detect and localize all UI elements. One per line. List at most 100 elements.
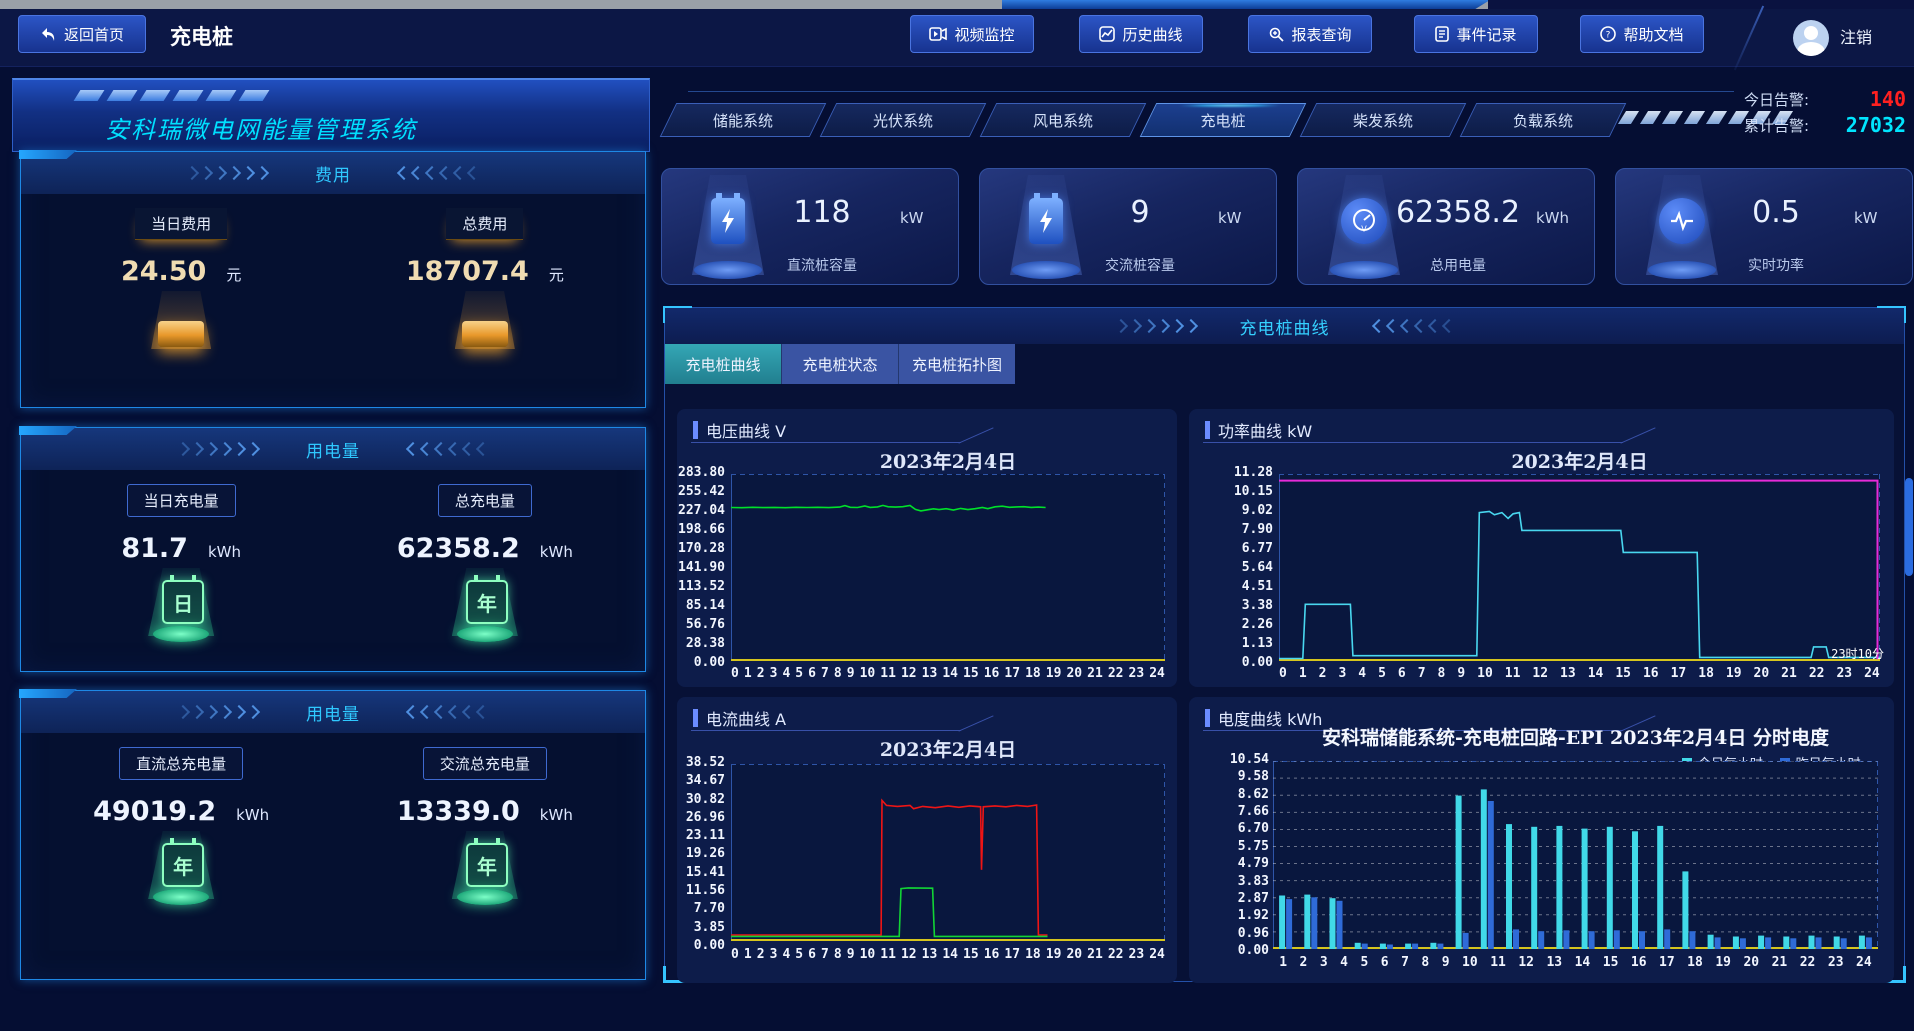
cost-panel: 费用 当日费用 24.50元 总费用 18707.4元 (20, 151, 646, 408)
x-tick-label: 15 (1603, 955, 1619, 970)
daily-cost-value: 24.50 (121, 256, 206, 287)
event-record-label: 事件记录 (1456, 24, 1516, 45)
tab-wind-system[interactable]: 风电系统 (988, 103, 1138, 137)
x-tick-label: 6 (808, 947, 816, 962)
x-tick-label: 9 (1457, 666, 1465, 681)
current-chart-unit: A (775, 710, 786, 729)
x-tick-label: 11 (1490, 955, 1506, 970)
x-tick-label: 17 (1671, 666, 1687, 681)
x-tick-label: 18 (1698, 666, 1714, 681)
x-tick-label: 4 (782, 666, 790, 681)
cost-panel-title: 费用 (315, 161, 351, 186)
tab-charging-pile[interactable]: 充电桩 (1148, 103, 1298, 137)
event-record-button[interactable]: 事件记录 (1414, 15, 1538, 53)
total-charge-stat: 总充电量 62358.2kWh 年 (341, 484, 628, 652)
x-tick-label: 3 (1338, 666, 1346, 681)
ac-pile-capacity-card: 9 kW 交流桩容量 (979, 168, 1277, 285)
x-tick-label: 19 (1726, 666, 1742, 681)
ac-total-charge-value: 13339.0 (397, 796, 520, 827)
ac-total-charge-stat: 交流总充电量 13339.0kWh 年 (341, 747, 628, 915)
tab-diesel-system[interactable]: 柴发系统 (1308, 103, 1458, 137)
brand-title: 安科瑞微电网能量管理系统 (105, 110, 417, 145)
help-docs-button[interactable]: ? 帮助文档 (1580, 15, 1704, 53)
x-tick-label: 11 (1505, 666, 1521, 681)
x-tick-label: 20 (1066, 947, 1082, 962)
report-query-button[interactable]: 报表查询 (1248, 15, 1372, 53)
tab-storage-system[interactable]: 储能系统 (668, 103, 818, 137)
power-x-axis: 0123456789101112131415161718192021222324 (1279, 666, 1880, 681)
x-tick-label: 12 (901, 666, 917, 681)
y-tick-label: 283.80 (677, 465, 725, 480)
curve-panel-header: 充电桩曲线 (665, 308, 1904, 344)
ac-total-charge-label: 交流总充电量 (423, 747, 547, 780)
x-tick-label: 22 (1108, 666, 1124, 681)
x-tick-label: 10 (1462, 955, 1478, 970)
x-tick-label: 19 (1046, 947, 1062, 962)
x-tick-label: 23 (1129, 666, 1145, 681)
x-tick-label: 22 (1800, 955, 1816, 970)
curve-panel-title: 充电桩曲线 (1240, 314, 1330, 339)
tab-load-system[interactable]: 负载系统 (1468, 103, 1618, 137)
total-cost-label: 总费用 (446, 208, 523, 240)
power-chart-date: 2023年2月4日 (1279, 447, 1880, 474)
y-tick-label: 170.28 (677, 541, 725, 556)
subtab-pile-curve[interactable]: 充电桩曲线 (665, 344, 781, 384)
voltage-chart-title: 电压曲线 (706, 422, 770, 441)
y-tick-label: 15.41 (677, 865, 725, 880)
subtab-pile-topology[interactable]: 充电桩拓扑图 (898, 344, 1015, 384)
total-charge-unit: kWh (540, 543, 573, 561)
power-chart-title: 功率曲线 (1218, 422, 1282, 441)
x-tick-label: 23 (1828, 955, 1844, 970)
y-tick-label: 0.96 (1219, 926, 1269, 941)
scrollbar-thumb[interactable] (1905, 478, 1913, 576)
tab-bar-outline (688, 91, 1734, 92)
x-tick-label: 4 (1358, 666, 1366, 681)
x-tick-label: 24 (1149, 947, 1165, 962)
realtime-power-caption: 实时功率 (1696, 255, 1856, 275)
video-monitor-button[interactable]: 视频监控 (910, 15, 1034, 53)
y-tick-label: 0.00 (677, 938, 725, 953)
window-top-strip-accent (1002, 0, 1490, 9)
x-tick-label: 14 (942, 947, 958, 962)
dc-total-charge-stat: 直流总充电量 49019.2kWh 年 (38, 747, 325, 915)
dc-total-charge-unit: kWh (236, 806, 269, 824)
x-tick-label: 1 (744, 947, 752, 962)
history-curve-button[interactable]: 历史曲线 (1079, 15, 1203, 53)
daily-charge-unit: kWh (208, 543, 241, 561)
x-tick-label: 3 (770, 666, 778, 681)
x-tick-label: 22 (1108, 947, 1124, 962)
dc-total-charge-value: 49019.2 (93, 796, 216, 827)
gold-box-icon (136, 291, 226, 375)
x-tick-label: 11 (880, 666, 896, 681)
arrows-left-decoration (404, 707, 488, 717)
dc-pile-capacity-caption: 直流桩容量 (742, 255, 902, 275)
y-tick-label: 4.79 (1219, 856, 1269, 871)
ac-pile-capacity-caption: 交流桩容量 (1060, 255, 1220, 275)
calendar-year-icon: 年 (136, 831, 226, 915)
curve-icon (1099, 26, 1115, 42)
x-tick-label: 17 (1004, 666, 1020, 681)
charge-energy-title: 用电量 (306, 437, 360, 462)
x-tick-label: 24 (1149, 666, 1165, 681)
x-tick-label: 8 (834, 947, 842, 962)
x-tick-label: 2 (1319, 666, 1327, 681)
subtab-pile-status[interactable]: 充电桩状态 (781, 344, 898, 384)
back-home-button[interactable]: 返回首页 (18, 15, 146, 53)
x-tick-label: 6 (1398, 666, 1406, 681)
alarm-summary: 今日告警: 140 累计告警: 27032 (1744, 86, 1906, 140)
total-energy-caption: 总用电量 (1378, 255, 1538, 275)
user-avatar[interactable] (1793, 20, 1829, 56)
x-tick-label: 5 (795, 666, 803, 681)
x-tick-label: 5 (795, 947, 803, 962)
x-tick-label: 20 (1066, 666, 1082, 681)
x-tick-label: 12 (901, 947, 917, 962)
x-tick-label: 10 (1477, 666, 1493, 681)
current-chart-date: 2023年2月4日 (731, 735, 1165, 762)
logout-button[interactable]: 注销 (1840, 9, 1872, 66)
x-tick-label: 10 (860, 947, 876, 962)
x-tick-label: 13 (1560, 666, 1576, 681)
tab-pv-system[interactable]: 光伏系统 (828, 103, 978, 137)
cost-panel-header: 费用 (21, 152, 645, 194)
gold-box-icon (440, 291, 530, 375)
x-tick-label: 20 (1754, 666, 1770, 681)
